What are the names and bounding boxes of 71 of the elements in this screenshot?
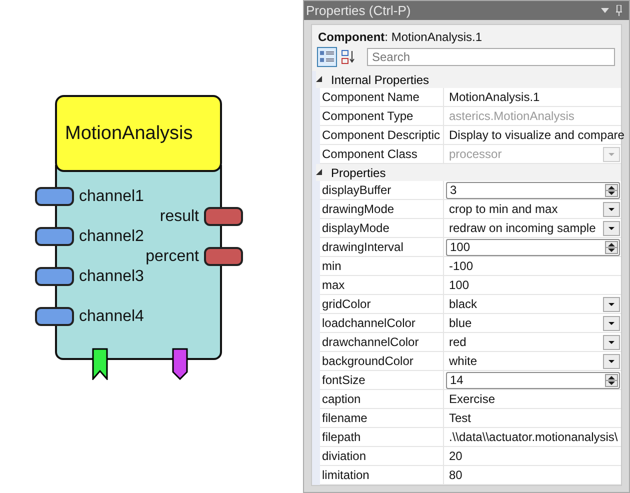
pin-icon[interactable] bbox=[615, 5, 623, 16]
category-header[interactable]: Properties bbox=[331, 166, 386, 180]
property-name: backgroundColor bbox=[320, 352, 444, 370]
property-name: drawingMode bbox=[320, 200, 444, 218]
spin-field[interactable]: 100 bbox=[446, 238, 620, 256]
value-field[interactable]: Display to visualize and compare bbox=[446, 128, 624, 142]
property-name: gridColor bbox=[320, 295, 444, 313]
property-name: min bbox=[320, 257, 444, 275]
port-label: channel1 bbox=[79, 188, 144, 206]
input-port[interactable] bbox=[35, 187, 74, 206]
dropdown-button-icon[interactable] bbox=[603, 220, 620, 236]
dropdown-button-icon[interactable] bbox=[603, 202, 620, 216]
value-field[interactable]: 80 bbox=[446, 468, 462, 482]
value-field[interactable]: MotionAnalysis.1 bbox=[446, 90, 540, 104]
input-port[interactable] bbox=[35, 267, 74, 286]
property-name: max bbox=[320, 276, 444, 294]
output-port[interactable] bbox=[204, 207, 243, 226]
value-field[interactable]: -100 bbox=[446, 259, 474, 273]
search-field[interactable]: Search bbox=[367, 48, 615, 66]
property-name: filepath bbox=[320, 428, 444, 446]
dropdown-field[interactable]: blue bbox=[446, 314, 620, 332]
property-name: limitation bbox=[320, 466, 444, 484]
property-name: Component Type bbox=[320, 107, 444, 125]
event-trigger-port[interactable] bbox=[172, 348, 188, 380]
property-name: Component Class bbox=[320, 145, 444, 163]
spin-field[interactable]: 14 bbox=[446, 372, 620, 388]
property-name: loadchannelColor bbox=[320, 314, 444, 332]
component-title: MotionAnalysis bbox=[65, 122, 193, 144]
property-name: caption bbox=[320, 390, 444, 408]
dropdown-field[interactable]: redraw on incoming sample bbox=[446, 220, 620, 236]
dropdown-field[interactable]: white bbox=[446, 352, 620, 370]
spinner-icon[interactable] bbox=[605, 374, 618, 386]
property-name: drawingInterval bbox=[320, 238, 444, 256]
value-field[interactable]: 20 bbox=[446, 449, 462, 463]
panel-title: Properties (Ctrl-P) bbox=[306, 3, 412, 18]
dropdown-button-icon[interactable] bbox=[603, 354, 620, 368]
port-label: channel2 bbox=[79, 228, 144, 246]
value-field[interactable]: Test bbox=[446, 411, 472, 425]
dropdown-field[interactable]: red bbox=[446, 334, 620, 350]
value-field[interactable]: Exercise bbox=[446, 392, 496, 406]
property-name: filename bbox=[320, 409, 444, 427]
property-name: drawchannelColor bbox=[320, 333, 444, 351]
property-name: Component Descriptic bbox=[320, 126, 444, 144]
property-name: displayMode bbox=[320, 219, 444, 237]
port-label: channel3 bbox=[79, 268, 144, 286]
spinner-icon[interactable] bbox=[605, 240, 618, 254]
dropdown-icon[interactable] bbox=[601, 8, 609, 14]
categorized-button[interactable] bbox=[317, 47, 337, 67]
dropdown-button-icon[interactable] bbox=[603, 316, 620, 330]
component-heading: Component: MotionAnalysis.1 bbox=[317, 29, 484, 46]
output-port[interactable] bbox=[204, 247, 243, 266]
port-label: channel4 bbox=[79, 308, 144, 326]
property-name: diviation bbox=[320, 447, 444, 465]
expanded-icon[interactable] bbox=[316, 76, 323, 83]
dropdown-field[interactable]: crop to min and max bbox=[446, 200, 620, 218]
spinner-icon[interactable] bbox=[605, 184, 618, 196]
input-port[interactable] bbox=[35, 227, 74, 246]
expanded-icon[interactable] bbox=[316, 169, 323, 176]
property-name: displayBuffer bbox=[320, 181, 444, 199]
value-field[interactable]: 100 bbox=[446, 278, 470, 292]
port-label: percent bbox=[146, 248, 199, 266]
value-field[interactable]: .\\data\\actuator.motionanalysis\ bbox=[446, 430, 618, 444]
event-listener-port[interactable] bbox=[92, 348, 108, 380]
input-port[interactable] bbox=[35, 307, 74, 326]
spin-field[interactable]: 3 bbox=[446, 182, 620, 198]
dropdown-field[interactable]: black bbox=[446, 296, 620, 312]
dropdown-button-icon[interactable] bbox=[603, 296, 620, 312]
property-name: fontSize bbox=[320, 371, 444, 389]
property-name: Component Name bbox=[320, 88, 444, 106]
dropdown-button-icon[interactable] bbox=[603, 334, 620, 350]
port-label: result bbox=[160, 208, 199, 226]
